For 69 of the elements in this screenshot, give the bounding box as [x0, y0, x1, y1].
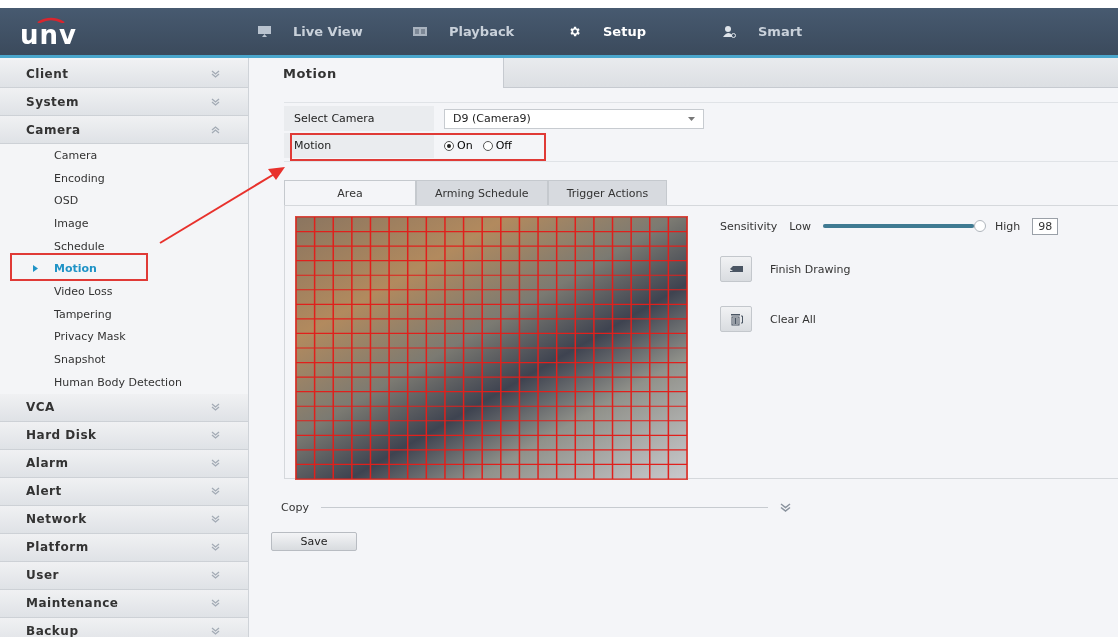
double-chevron-down-icon[interactable] — [780, 503, 791, 512]
gear-icon — [568, 25, 581, 38]
nav-tab[interactable]: Live View — [258, 8, 413, 55]
sensitivity-label: Sensitivity — [720, 219, 778, 233]
action-label: Clear All — [770, 312, 816, 326]
sidebar-item[interactable]: Human Body Detection — [0, 370, 248, 394]
action-label: Finish Drawing — [770, 262, 851, 276]
triangle-icon — [33, 265, 38, 273]
copy-label: Copy — [281, 501, 309, 514]
logo-text: unv — [20, 22, 77, 47]
sidebar-group[interactable]: Maintenance — [0, 589, 248, 618]
double-chevron-up-icon — [211, 125, 220, 134]
sidebar-item[interactable]: OSD — [0, 189, 248, 213]
double-chevron-down-icon — [211, 487, 220, 496]
sidebar-item[interactable]: Snapshot — [0, 348, 248, 371]
nav-tab[interactable]: Playback — [413, 8, 568, 55]
film-icon — [413, 27, 427, 36]
sidebar-group[interactable]: Alert — [0, 477, 248, 506]
sidebar-item[interactable]: Schedule — [0, 234, 248, 258]
double-chevron-down-icon — [211, 515, 220, 524]
slider-thumb[interactable] — [973, 220, 986, 232]
sidebar-group[interactable]: Backup — [0, 617, 248, 637]
pen-icon — [729, 266, 743, 272]
tab[interactable]: Area — [284, 180, 416, 205]
sidebar-item[interactable]: Image — [0, 212, 248, 235]
high-label: High — [994, 219, 1021, 233]
sidebar-group[interactable]: Network — [0, 505, 248, 534]
radio-option[interactable]: On — [444, 139, 473, 152]
logo-arc-icon — [36, 16, 66, 23]
sensitivity-slider[interactable] — [822, 220, 983, 232]
double-chevron-down-icon — [211, 627, 220, 636]
sidebar-item[interactable]: Video Loss — [0, 280, 248, 303]
sidebar-item[interactable]: Encoding — [0, 166, 248, 190]
field-label: Select Camera — [284, 106, 434, 131]
double-chevron-down-icon — [211, 599, 220, 608]
double-chevron-down-icon — [211, 571, 220, 580]
double-chevron-down-icon — [211, 403, 220, 412]
sidebar-group[interactable]: Client — [0, 60, 248, 88]
tab[interactable]: Trigger Actions — [547, 180, 668, 205]
sensitivity-input[interactable]: 98 — [1032, 217, 1059, 235]
sidebar-group[interactable]: Hard Disk — [0, 421, 248, 450]
low-label: Low — [789, 219, 811, 233]
save-button[interactable]: Save — [271, 532, 357, 551]
icon-button[interactable] — [720, 306, 752, 332]
sidebar-item[interactable]: Tampering — [0, 302, 248, 326]
sidebar-group[interactable]: Camera — [0, 116, 248, 144]
camera-select[interactable]: D9 (Camera9) — [444, 108, 704, 129]
sidebar-group[interactable]: Alarm — [0, 449, 248, 478]
double-chevron-down-icon — [211, 431, 220, 440]
double-chevron-down-icon — [211, 69, 220, 78]
nav-tab[interactable]: Smart — [723, 8, 878, 55]
sidebar-group[interactable]: User — [0, 561, 248, 590]
sidebar-group[interactable]: Platform — [0, 533, 248, 562]
icon-button[interactable] — [720, 256, 752, 282]
double-chevron-down-icon — [211, 97, 220, 106]
dropdown-arrow-icon — [688, 116, 695, 121]
person-icon — [723, 25, 736, 38]
sidebar-group[interactable]: VCA — [0, 393, 248, 422]
double-chevron-down-icon — [211, 459, 220, 468]
sidebar-item[interactable]: Camera — [0, 144, 248, 167]
sidebar-group[interactable]: System — [0, 88, 248, 116]
sidebar-item[interactable]: Privacy Mask — [0, 325, 248, 349]
double-chevron-down-icon — [211, 543, 220, 552]
field-label: Motion — [284, 133, 434, 158]
radio-option[interactable]: Off — [482, 139, 512, 152]
nav-tab[interactable]: Setup — [568, 8, 723, 55]
trash-icon — [729, 312, 743, 326]
tab[interactable]: Arming Schedule — [416, 180, 548, 205]
monitor-icon — [258, 26, 271, 37]
